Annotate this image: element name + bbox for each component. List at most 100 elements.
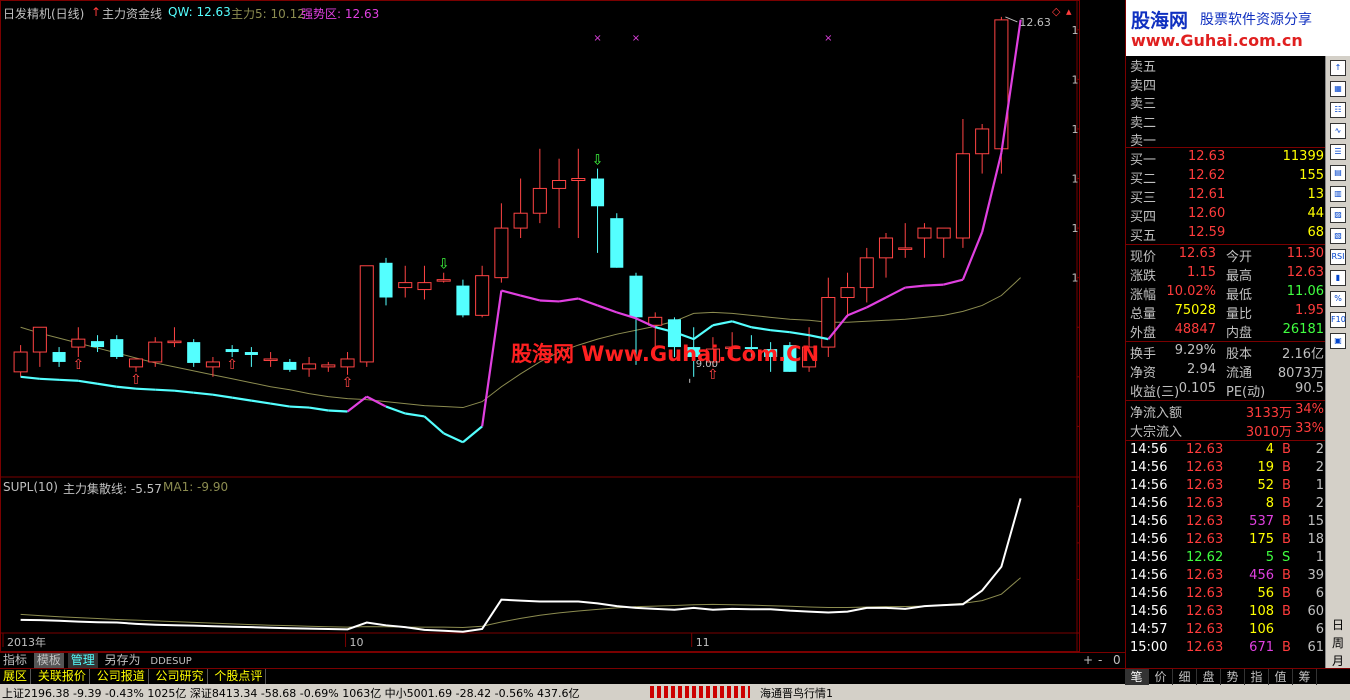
fund-value: 2.94 xyxy=(1187,362,1216,377)
main-force-line xyxy=(462,425,483,444)
tick-time: 14:56 xyxy=(1130,496,1168,511)
tick-row: 14:56 12.63 537 B 15 xyxy=(1126,514,1326,532)
fund-label: 流通 xyxy=(1226,366,1253,381)
candle-body xyxy=(610,218,624,268)
bottom-tab-5[interactable]: 指 xyxy=(1245,669,1269,685)
tick-count: 61 xyxy=(1307,640,1324,655)
quote-label: 总量 xyxy=(1130,307,1157,322)
toolbar-template[interactable]: 模板 xyxy=(33,653,64,668)
bottom-tab-2[interactable]: 细 xyxy=(1173,669,1197,685)
candle-body xyxy=(359,265,374,363)
main-force-line xyxy=(20,375,40,380)
tick-row: 14:57 12.63 106 6 xyxy=(1126,622,1326,640)
tick-volume: 537 xyxy=(1249,514,1274,529)
tab-zhanqu[interactable]: 展区 xyxy=(0,669,32,684)
candle-body xyxy=(975,128,990,155)
sell-level-label: 卖二 xyxy=(1130,115,1157,131)
broker-name: 海通晋鸟行情1 xyxy=(760,687,833,700)
tab-dianping[interactable]: 个股点评 xyxy=(211,669,267,684)
time-tick-label: 10 xyxy=(350,636,364,649)
separator xyxy=(1126,341,1326,342)
tick-count: 15 xyxy=(1307,514,1324,529)
pct-icon[interactable]: % xyxy=(1330,291,1346,307)
candle-body xyxy=(513,212,528,229)
bottom-tab-3[interactable]: 盘 xyxy=(1197,669,1221,685)
candle-body xyxy=(32,326,47,353)
tick-row: 14:56 12.63 19 B 2 xyxy=(1126,460,1326,478)
side-tab-1[interactable]: 周 xyxy=(1332,634,1344,651)
time-tick-label: 11 xyxy=(696,636,710,649)
candle-body xyxy=(263,358,278,361)
kline-chart[interactable]: 日发精机(日线) ↑ 主力资金线 QW: 12.63 主力5: 10.12 强势… xyxy=(0,0,1080,652)
side-tab-2[interactable]: 月 xyxy=(1332,652,1344,669)
tick-count: 39 xyxy=(1307,568,1324,583)
candle-body xyxy=(321,364,336,368)
zoom-in-button[interactable]: + xyxy=(1080,653,1096,668)
zoom-out-button[interactable]: - xyxy=(1095,653,1105,668)
rsi-icon[interactable]: RSI xyxy=(1330,249,1346,265)
quote-value: 12.63 xyxy=(1178,246,1216,261)
fundamental-row: 净资 2.94 流通 8073万 xyxy=(1126,362,1326,381)
candle-body xyxy=(398,282,413,289)
separator xyxy=(1126,400,1326,401)
tick-volume: 19 xyxy=(1257,460,1274,475)
f10-icon[interactable]: F10 xyxy=(1330,312,1346,328)
line-icon[interactable]: ∿ xyxy=(1330,123,1346,139)
tick-volume: 52 xyxy=(1257,478,1274,493)
cal-icon[interactable]: ▣ xyxy=(1330,333,1346,349)
macd-icon[interactable]: ▨ xyxy=(1330,207,1346,223)
bottom-tab-0[interactable]: 笔 xyxy=(1125,669,1149,685)
price-tick-label: 11.00 xyxy=(1072,173,1080,186)
vol-icon[interactable]: ▥ xyxy=(1330,186,1346,202)
fund-label: 净资 xyxy=(1130,366,1157,381)
tick-price: 12.63 xyxy=(1186,496,1224,511)
main-force-line xyxy=(423,415,445,435)
main-force-line xyxy=(443,432,464,444)
bottom-tab-1[interactable]: 价 xyxy=(1149,669,1173,685)
chart-icon[interactable]: ↑ xyxy=(1330,60,1346,76)
tick-price: 12.63 xyxy=(1186,640,1224,655)
quote-panel: 股海网 股票软件资源分享 www.Guhai.com.cn 卖五 卖四 卖三 卖二 卖一… xyxy=(1125,0,1350,668)
main-force-line xyxy=(405,412,425,418)
tick-side: B xyxy=(1282,604,1291,619)
bottom-tab-4[interactable]: 势 xyxy=(1221,669,1245,685)
main-force-line xyxy=(39,377,60,381)
tick-count: 1 xyxy=(1315,550,1324,565)
toolbar-indicator[interactable]: 指标 xyxy=(0,653,30,668)
flow-label: 大宗流入 xyxy=(1130,425,1183,440)
price-tick-label: 12.00 xyxy=(1072,73,1080,86)
tick-count: 2 xyxy=(1315,442,1324,457)
bottom-tab-7[interactable]: 筹 xyxy=(1293,669,1317,685)
quote-label: 量比 xyxy=(1226,307,1253,322)
main-force-line xyxy=(558,297,579,303)
main-force-line xyxy=(866,296,887,309)
tab-guanlian[interactable]: 关联报价 xyxy=(35,669,90,684)
flow-pct: 33% xyxy=(1295,421,1324,436)
buy-level: 买二 12.62 155 xyxy=(1126,168,1326,187)
toolbar-ddesup[interactable]: DDESUP xyxy=(147,654,194,669)
tick-price: 12.63 xyxy=(1186,478,1224,493)
watermark-text: 股海网 Www.Guhai.Com.CN xyxy=(511,342,820,366)
doc-icon[interactable]: ▤ xyxy=(1330,165,1346,181)
table-icon[interactable]: ☷ xyxy=(1330,102,1346,118)
tick-volume: 456 xyxy=(1249,568,1274,583)
index-quotes: 上证2196.38 -9.39 -0.43% 1025亿 深证8413.34 -… xyxy=(2,687,580,700)
toolbar-save-as[interactable]: 另存为 xyxy=(102,653,144,668)
kdj-icon[interactable]: ▧ xyxy=(1330,228,1346,244)
toolbar-manage[interactable]: 管理 xyxy=(67,653,98,668)
flow-pct: 34% xyxy=(1295,402,1324,417)
list-icon[interactable]: ☰ xyxy=(1330,144,1346,160)
zoom-reset-button[interactable]: 0 xyxy=(1110,653,1124,668)
sell-level: 卖三 xyxy=(1126,93,1326,112)
bar-icon[interactable]: ▮ xyxy=(1330,270,1346,286)
grid-icon[interactable]: ▦ xyxy=(1330,81,1346,97)
candle-body xyxy=(379,262,393,298)
tick-side: B xyxy=(1282,514,1291,529)
bottom-tab-6[interactable]: 值 xyxy=(1269,669,1293,685)
side-tab-0[interactable]: 日 xyxy=(1332,616,1344,633)
tab-yanjiu[interactable]: 公司研究 xyxy=(153,669,208,684)
tab-baodao[interactable]: 公司报道 xyxy=(94,669,149,684)
info-toolbar: 展区 关联报价 公司报道 公司研究 个股点评 xyxy=(0,668,1125,684)
tick-time: 14:56 xyxy=(1130,568,1168,583)
main-force-line xyxy=(155,388,175,392)
